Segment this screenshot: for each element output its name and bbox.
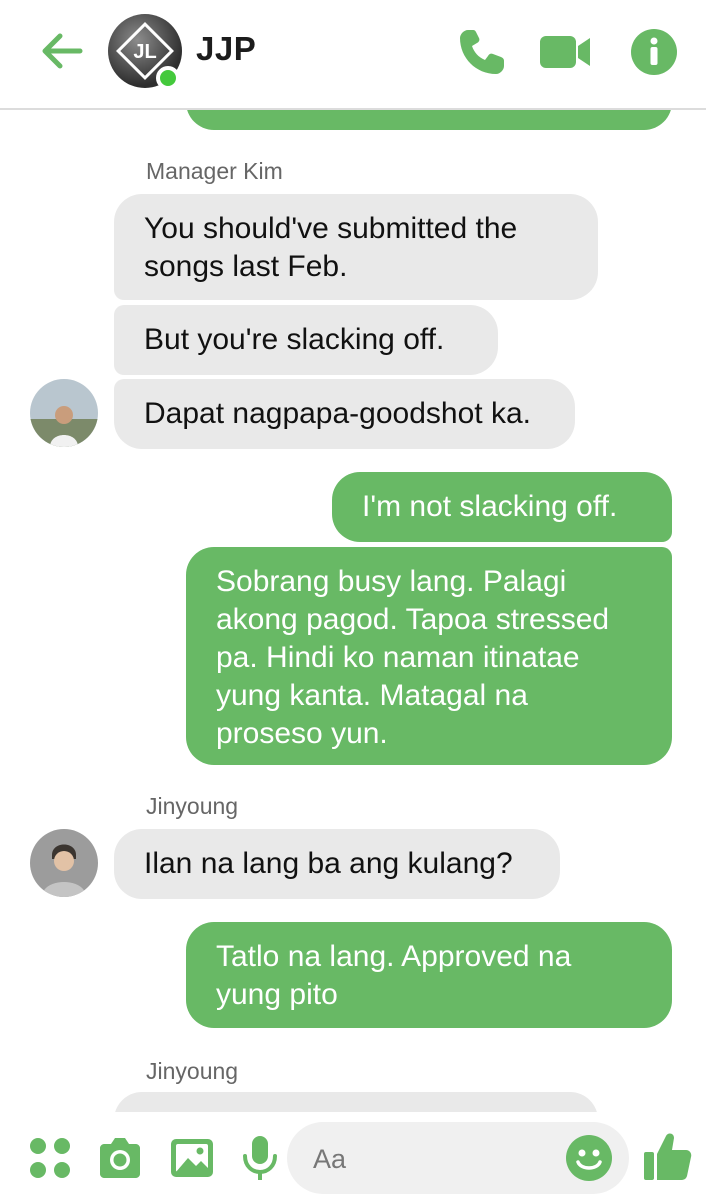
sender-name: Manager Kim <box>146 158 283 184</box>
sender-name: Jinyoung <box>146 1058 239 1084</box>
incoming-message[interactable]: Dapat nagpapa-goodshot ka. <box>114 379 575 449</box>
online-status-dot <box>156 66 180 90</box>
phone-icon[interactable] <box>454 24 510 80</box>
outgoing-message[interactable]: Sobrang busy lang. Palagi akong pagod. T… <box>186 547 672 765</box>
incoming-message[interactable]: You should've submitted the songs last F… <box>114 194 598 300</box>
info-icon[interactable] <box>630 28 678 76</box>
four-dots-icon[interactable] <box>26 1134 74 1182</box>
svg-text:JL: JL <box>133 41 156 63</box>
message-input[interactable] <box>311 1136 565 1182</box>
avatar[interactable] <box>30 829 98 897</box>
chat-header: JL JJP <box>0 0 706 110</box>
outgoing-message-partial <box>186 110 672 130</box>
composer-bar <box>0 1112 706 1200</box>
arrow-left-icon[interactable] <box>36 26 86 76</box>
thumbs-up-icon[interactable] <box>642 1130 692 1182</box>
camera-icon[interactable] <box>96 1134 144 1182</box>
outgoing-message[interactable]: Tatlo na lang. Approved na yung pito <box>186 922 672 1028</box>
incoming-message-partial[interactable] <box>114 1092 598 1112</box>
avatar-photo-icon <box>30 379 98 447</box>
avatar-photo-icon <box>30 829 98 897</box>
video-camera-icon[interactable] <box>538 24 594 80</box>
incoming-message[interactable]: But you're slacking off. <box>114 305 498 375</box>
avatar[interactable] <box>30 379 98 447</box>
image-icon[interactable] <box>168 1134 216 1182</box>
message-list[interactable]: Manager Kim You should've submitted the … <box>0 110 706 1112</box>
conversation-title[interactable]: JJP <box>196 30 256 68</box>
message-composer[interactable] <box>287 1122 629 1194</box>
microphone-icon[interactable] <box>236 1134 284 1182</box>
sender-name: Jinyoung <box>146 793 239 819</box>
smiley-icon[interactable] <box>565 1134 613 1182</box>
incoming-message[interactable]: Ilan na lang ba ang kulang? <box>114 829 560 899</box>
outgoing-message[interactable]: I'm not slacking off. <box>332 472 672 542</box>
